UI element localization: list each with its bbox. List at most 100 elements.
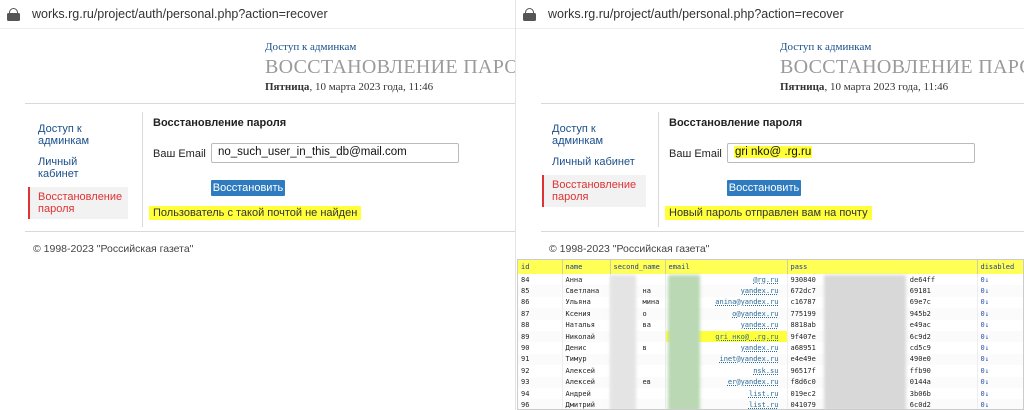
side-menu: Доступ к админкам Личный кабинет Восстан… bbox=[542, 122, 646, 207]
copyright: © 1998-2023 "Российская газета" bbox=[549, 243, 710, 255]
pass-hash-end: 490e0 bbox=[909, 355, 931, 364]
table-row: 92 Алексей nsk.su 96517f ffb90 0↓ bbox=[518, 365, 1023, 377]
lock-icon bbox=[7, 7, 20, 21]
menu-item-personal-cabinet[interactable]: Личный кабинет bbox=[542, 155, 646, 169]
cell-disabled: 0↓ bbox=[977, 365, 1023, 377]
pass-hash-end: 69181 bbox=[909, 287, 931, 296]
col-header-disabled: disabled bbox=[977, 260, 1023, 274]
users-table: id name second_name email pass disabled … bbox=[518, 260, 1023, 409]
toolbar-divider bbox=[516, 28, 1024, 29]
cell-disabled: 0↓ bbox=[977, 399, 1023, 409]
address-bar[interactable]: works.rg.ru/project/auth/personal.php?ac… bbox=[516, 0, 1024, 28]
cell-id: 90 bbox=[518, 342, 563, 354]
col-header-id: id bbox=[518, 260, 563, 274]
menu-item-admin-access[interactable]: Доступ к админкам bbox=[28, 122, 128, 148]
cell-id: 92 bbox=[518, 365, 563, 377]
menu-item-personal-cabinet[interactable]: Личный кабинет bbox=[28, 155, 128, 181]
url-text: works.rg.ru/project/auth/personal.php?ac… bbox=[548, 7, 844, 21]
page-title: ВОССТАНОВЛЕНИЕ ПАРОЛЯ bbox=[265, 56, 515, 78]
header-admin-link[interactable]: Доступ к админкам bbox=[265, 41, 356, 53]
toolbar-divider bbox=[0, 28, 515, 29]
header-divider bbox=[25, 103, 515, 104]
pass-hash-start: 019ec2 bbox=[790, 389, 816, 398]
pass-hash-start: 8818ab bbox=[790, 321, 816, 330]
pass-hash-start: 9f407e bbox=[790, 332, 816, 341]
url-text: works.rg.ru/project/auth/personal.php?ac… bbox=[32, 7, 328, 21]
cell-name: Денис bbox=[562, 342, 611, 354]
cell-id: 84 bbox=[518, 274, 563, 286]
table-row: 86 Ульяна мина anina@yandex.ru c16787 69e7c 0↓ bbox=[518, 296, 1023, 309]
email-label: Ваш Email bbox=[669, 148, 722, 160]
page-date: Пятница, 10 марта 2023 года, 11:46 bbox=[780, 81, 949, 93]
cell-name: Алексей bbox=[562, 376, 611, 388]
cell-name: Наталья bbox=[562, 319, 611, 331]
header-divider bbox=[541, 103, 1024, 104]
address-bar[interactable]: works.rg.ru/project/auth/personal.php?ac… bbox=[0, 0, 515, 28]
pass-hash-start: 96517f bbox=[790, 366, 816, 375]
recover-button[interactable]: Восстановить bbox=[211, 180, 285, 196]
pass-hash-end: 6c9d2 bbox=[909, 332, 931, 341]
table-row: 84 Анна @rg.ru 930840 de64ff 0↓ bbox=[518, 274, 1023, 286]
form-title: Восстановление пароля bbox=[153, 117, 287, 129]
table-row: 85 Светлана на yandex.ru 672dc7 69181 0↓ bbox=[518, 285, 1023, 297]
pass-hash-start: c16787 bbox=[790, 298, 816, 307]
redaction-blur bbox=[824, 275, 906, 409]
cell-id: 93 bbox=[518, 376, 563, 388]
left-browser-panel: works.rg.ru/project/auth/personal.php?ac… bbox=[0, 0, 515, 410]
cell-disabled: 0↓ bbox=[977, 308, 1023, 320]
pass-hash-start: e4e49e bbox=[790, 355, 816, 364]
table-header-row: id name second_name email pass disabled bbox=[518, 260, 1023, 274]
cell-name: Ульяна bbox=[562, 296, 611, 309]
cell-disabled: 0↓ bbox=[977, 387, 1023, 400]
cell-id: 94 bbox=[518, 387, 563, 400]
col-header-second-name: second_name bbox=[610, 260, 666, 274]
pass-hash-end: 0144a bbox=[909, 378, 931, 387]
footer-divider bbox=[541, 231, 1024, 232]
content-divider bbox=[142, 112, 143, 227]
table-body: 84 Анна @rg.ru 930840 de64ff 0↓ 85 Светлана на ya… bbox=[518, 274, 1023, 409]
page-date: Пятница, 10 марта 2023 года, 11:46 bbox=[265, 81, 434, 93]
redaction-blur bbox=[610, 275, 636, 409]
form-title: Восстановление пароля bbox=[669, 117, 803, 129]
pass-hash-start: f8d6c0 bbox=[790, 378, 816, 387]
pass-hash-end: de64ff bbox=[909, 275, 936, 284]
side-menu: Доступ к админкам Личный кабинет Восстан… bbox=[28, 122, 128, 219]
table-row: 91 Тимур inet@yandex.ru e4e49e 490e0 0↓ bbox=[518, 353, 1023, 366]
menu-item-admin-access[interactable]: Доступ к админкам bbox=[542, 122, 646, 148]
page-title: ВОССТАНОВЛЕНИЕ ПАРОЛЯ bbox=[780, 56, 1024, 78]
table-row: 93 Алексей ев er@yandex.ru f8d6c0 0144a 0↓ bbox=[518, 376, 1023, 388]
cell-id: 96 bbox=[518, 399, 563, 409]
header-admin-link[interactable]: Доступ к админкам bbox=[780, 41, 871, 53]
cell-id: 85 bbox=[518, 285, 563, 297]
pass-hash-start: 930840 bbox=[790, 275, 816, 284]
pass-hash-end: 3b06b bbox=[909, 389, 931, 398]
email-input[interactable]: no_such_user_in_this_db@mail.com bbox=[211, 143, 459, 163]
cell-disabled: 0↓ bbox=[977, 274, 1023, 286]
pass-hash-end: 69e7c bbox=[909, 298, 931, 307]
success-message: Новый пароль отправлен вам на почту bbox=[665, 206, 872, 220]
cell-name: Светлана bbox=[562, 285, 611, 297]
cell-disabled: 0↓ bbox=[977, 296, 1023, 309]
email-input[interactable]: gri nko@ .rg.ru bbox=[727, 143, 975, 163]
users-table-dump: id name second_name email pass disabled … bbox=[517, 259, 1024, 410]
pass-hash-end: 6c0d2 bbox=[909, 400, 931, 409]
pass-hash-end: ffb90 bbox=[909, 366, 931, 375]
pass-hash-end: 945b2 bbox=[909, 309, 931, 318]
cell-disabled: 0↓ bbox=[977, 319, 1023, 331]
error-message: Пользователь с такой почтой не найден bbox=[149, 206, 362, 220]
menu-item-password-recovery[interactable]: Восстановление пароля bbox=[542, 175, 646, 207]
pass-hash-start: 672dc7 bbox=[790, 287, 816, 296]
footer-divider bbox=[25, 231, 515, 232]
table-row: 90 Денис в yandex.ru a68951 cd5c9 0↓ bbox=[518, 342, 1023, 354]
email-label: Ваш Email bbox=[153, 148, 206, 160]
table-row: 88 Наталья ва yandex.ru 8818ab e49ac 0↓ bbox=[518, 319, 1023, 331]
lock-icon bbox=[523, 7, 536, 21]
menu-item-password-recovery[interactable]: Восстановление пароля bbox=[28, 187, 128, 219]
recover-button[interactable]: Восстановить bbox=[727, 180, 801, 196]
cell-disabled: 0↓ bbox=[977, 285, 1023, 297]
pass-hash-end: e49ac bbox=[909, 321, 931, 330]
cell-disabled: 0↓ bbox=[977, 353, 1023, 366]
col-header-email: email bbox=[665, 260, 788, 274]
pass-hash-start: 041079 bbox=[790, 400, 816, 409]
email-value: gri nko@ .rg.ru bbox=[734, 146, 813, 158]
